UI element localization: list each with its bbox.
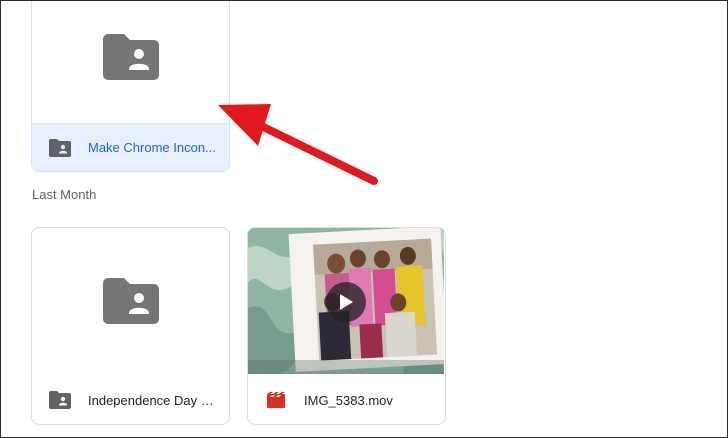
section-header-last-month: Last Month — [32, 187, 97, 202]
file-name: Independence Day 2... — [88, 392, 217, 408]
shared-folder-icon — [48, 388, 72, 412]
file-card-footer: Independence Day 2... — [32, 376, 229, 424]
play-button[interactable] — [326, 282, 366, 322]
file-card-footer: Make Chrome Incon... — [32, 123, 229, 171]
shared-folder-icon — [48, 136, 72, 160]
video-thumbnail — [248, 228, 444, 374]
folder-preview — [32, 228, 229, 374]
video-file-icon — [264, 388, 288, 412]
shared-folder-icon — [102, 33, 159, 80]
file-name: Make Chrome Incon... — [88, 140, 216, 155]
file-card-footer: IMG_5383.mov — [248, 376, 445, 424]
file-card-img-5383[interactable]: IMG_5383.mov — [247, 227, 446, 425]
drive-file-grid: Make Chrome Incon... Last Month Independ… — [0, 0, 728, 438]
file-card-make-chrome-incognito[interactable]: Make Chrome Incon... — [31, 1, 230, 172]
shared-folder-icon — [102, 278, 159, 324]
file-name: IMG_5383.mov — [304, 392, 393, 408]
play-icon — [340, 294, 353, 310]
folder-preview — [32, 1, 229, 123]
file-card-independence-day[interactable]: Independence Day 2... — [31, 227, 230, 425]
